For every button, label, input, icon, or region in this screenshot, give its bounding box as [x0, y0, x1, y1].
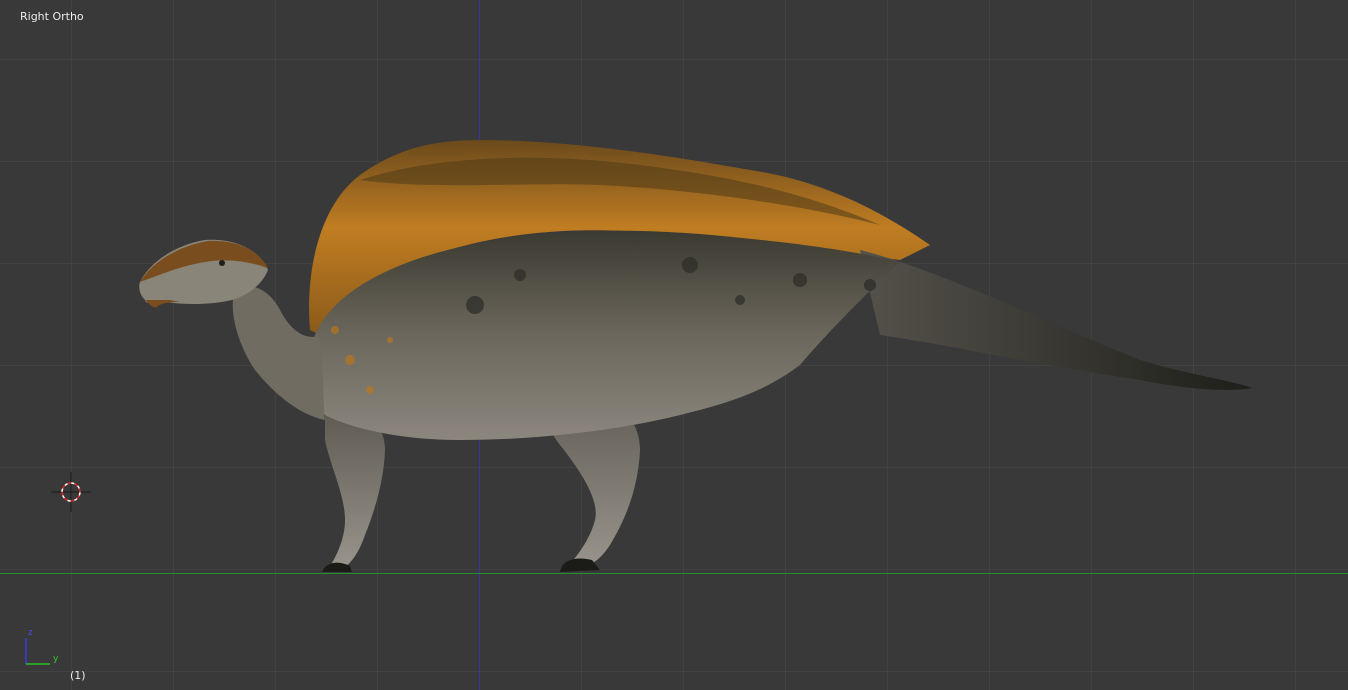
gizmo-y-label: y	[53, 654, 59, 664]
eye	[219, 260, 225, 266]
3d-viewport[interactable]: Right Ortho z y (1)	[0, 0, 1348, 690]
dinosaur-model[interactable]	[0, 0, 1348, 690]
axis-gizmo: z y	[18, 626, 62, 670]
3d-cursor-icon[interactable]	[51, 472, 91, 512]
jaw	[145, 300, 180, 308]
gizmo-z-label: z	[28, 628, 33, 638]
frame-number: (1)	[70, 669, 86, 682]
tail	[860, 250, 1252, 390]
